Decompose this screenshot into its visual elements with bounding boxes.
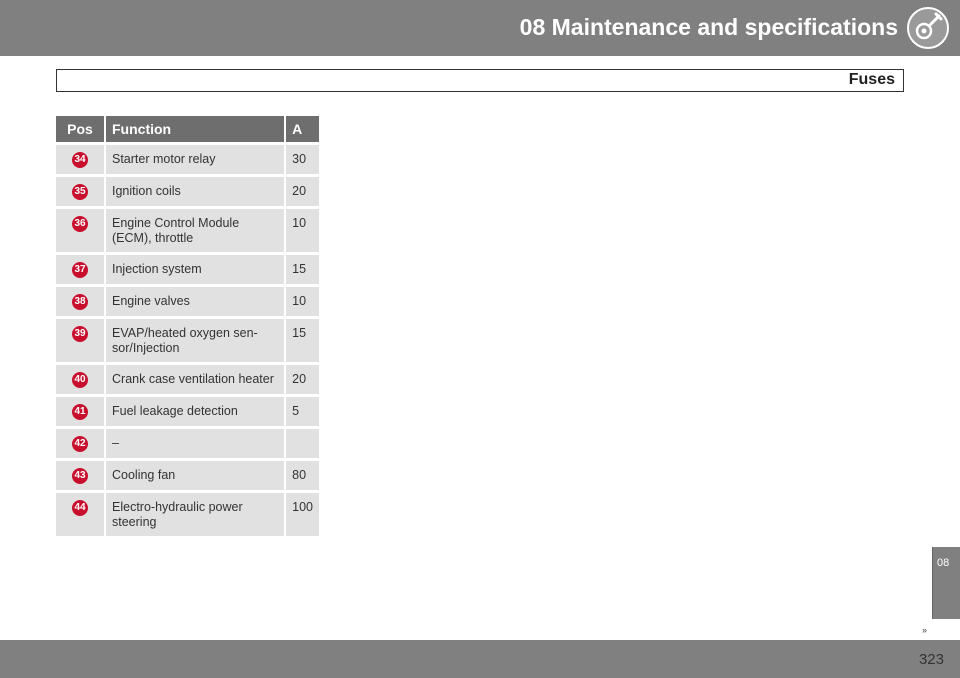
fuse-number-badge: 42 [72, 436, 88, 452]
column-header-amps: A [285, 116, 319, 144]
table-row: 34 Starter motor relay 30 [56, 142, 319, 176]
fuse-pos-cell: 35 [56, 174, 106, 208]
table-row: 43 Cooling fan 80 [56, 458, 319, 492]
fuse-amps-cell: 5 [285, 394, 319, 428]
section-title: Fuses [848, 71, 895, 88]
fuse-number-badge: 44 [72, 500, 88, 516]
chapter-tab-label: 08 [937, 557, 950, 569]
table-row: 44 Electro-hydraulic power steering 100 [56, 490, 319, 536]
fuse-function-cell: Electro-hydraulic power steering [105, 490, 287, 536]
fuse-pos-cell: 41 [56, 394, 106, 428]
fuse-number-badge: 41 [72, 404, 88, 420]
column-header-pos: Pos [56, 116, 106, 144]
fuse-function-cell: Crank case ventilation heater [105, 362, 287, 396]
page-number: 323 [918, 651, 944, 668]
fuse-pos-cell: 39 [56, 316, 106, 364]
fuse-amps-cell: 20 [285, 174, 319, 208]
fuse-amps-cell: 10 [285, 206, 319, 254]
fuse-table: Pos Function A 34 Starter motor relay 30 35… [56, 116, 319, 536]
table-row: 39 EVAP/heated oxygen sen-sor/Injection 15 [56, 316, 319, 364]
fuse-number-badge: 36 [72, 216, 88, 232]
fuse-pos-cell: 43 [56, 458, 106, 492]
fuse-pos-cell: 44 [56, 490, 106, 536]
fuse-pos-cell: 38 [56, 284, 106, 318]
fuse-table-body: 34 Starter motor relay 30 35 Ignition coils 2… [56, 142, 319, 536]
fuse-amps-cell: 15 [285, 316, 319, 364]
fuse-amps-cell: 30 [285, 142, 319, 176]
column-header-function: Function [105, 116, 287, 144]
table-row: 42 – [56, 426, 319, 460]
fuse-amps-cell: 15 [285, 252, 319, 286]
fuse-number-badge: 40 [72, 372, 88, 388]
fuse-amps-cell: 100 [285, 490, 319, 536]
section-bar: Fuses [56, 69, 904, 92]
table-row: 35 Ignition coils 20 [56, 174, 319, 208]
wrench-gear-icon [907, 7, 949, 49]
table-row: 40 Crank case ventilation heater 20 [56, 362, 319, 396]
fuse-pos-cell: 40 [56, 362, 106, 396]
fuse-function-cell: Cooling fan [105, 458, 287, 492]
fuse-number-badge: 37 [72, 262, 88, 278]
chapter-title: 08 Maintenance and specifications [519, 14, 898, 40]
fuse-pos-cell: 37 [56, 252, 106, 286]
fuse-amps-cell: 20 [285, 362, 319, 396]
fuse-function-cell: – [105, 426, 287, 460]
next-page-arrows-icon[interactable]: ›› [922, 625, 927, 635]
fuse-amps-cell: 80 [285, 458, 319, 492]
fuse-function-cell: Fuel leakage detection [105, 394, 287, 428]
fuse-function-cell: Ignition coils [105, 174, 287, 208]
fuse-pos-cell: 36 [56, 206, 106, 254]
fuse-function-cell: Engine Control Module (ECM), throttle [105, 206, 287, 254]
fuse-pos-cell: 42 [56, 426, 106, 460]
fuse-function-cell: EVAP/heated oxygen sen-sor/Injection [105, 316, 287, 364]
fuse-number-badge: 39 [72, 326, 88, 342]
fuse-function-cell: Engine valves [105, 284, 287, 318]
table-header-row: Pos Function A [56, 116, 319, 144]
fuse-pos-cell: 34 [56, 142, 106, 176]
table-row: 38 Engine valves 10 [56, 284, 319, 318]
fuse-amps-cell [285, 426, 319, 460]
fuse-amps-cell: 10 [285, 284, 319, 318]
chapter-header: 08 Maintenance and specifications [0, 0, 960, 56]
fuse-number-badge: 43 [72, 468, 88, 484]
table-row: 37 Injection system 15 [56, 252, 319, 286]
fuse-function-cell: Injection system [105, 252, 287, 286]
chapter-tab[interactable]: 08 [932, 547, 960, 619]
page-footer: 323 [0, 640, 960, 678]
fuse-number-badge: 34 [72, 152, 88, 168]
table-row: 41 Fuel leakage detection 5 [56, 394, 319, 428]
fuse-number-badge: 38 [72, 294, 88, 310]
fuse-number-badge: 35 [72, 184, 88, 200]
fuse-function-cell: Starter motor relay [105, 142, 287, 176]
table-row: 36 Engine Control Module (ECM), throttle 1… [56, 206, 319, 254]
